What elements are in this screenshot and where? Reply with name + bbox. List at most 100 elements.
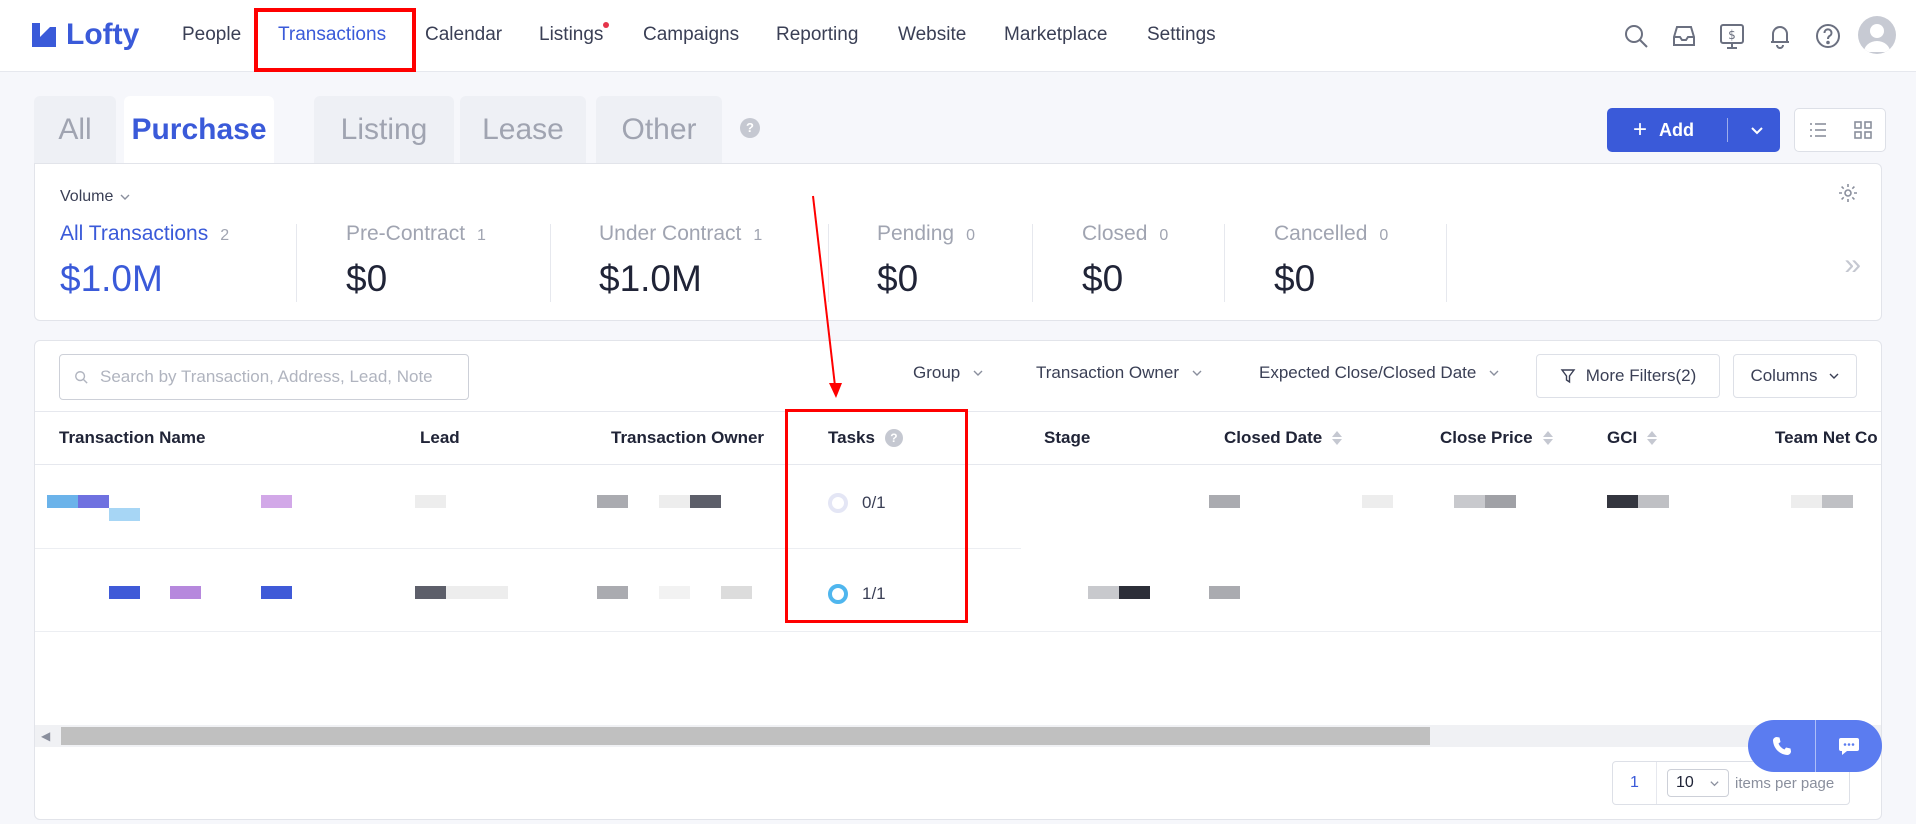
redacted-text — [597, 495, 628, 508]
divider — [1224, 224, 1225, 302]
redacted-text — [261, 586, 292, 599]
stat-value: $1.0M — [60, 258, 163, 299]
sort-icon[interactable] — [1647, 431, 1658, 445]
stat-title: Cancelled — [1274, 222, 1368, 245]
chat-icon[interactable] — [1815, 720, 1882, 772]
col-transaction-name[interactable]: Transaction Name — [59, 428, 205, 448]
col-gci[interactable]: GCI — [1607, 428, 1658, 448]
help-icon[interactable] — [1814, 22, 1842, 50]
nav-calendar[interactable]: Calendar — [425, 24, 502, 46]
nav-people[interactable]: People — [182, 24, 241, 46]
inbox-icon[interactable] — [1670, 22, 1698, 50]
redacted-text — [1209, 586, 1240, 599]
nav-transactions[interactable]: Transactions — [278, 24, 386, 46]
tabs-help-icon[interactable]: ? — [740, 118, 760, 138]
stat-count: 1 — [753, 227, 763, 244]
gear-icon[interactable] — [1837, 182, 1859, 204]
chevron-down-icon[interactable] — [1749, 122, 1765, 138]
redacted-text — [597, 586, 628, 599]
group-dropdown[interactable]: Group — [913, 363, 984, 383]
tasks-help-icon[interactable]: ? — [884, 429, 903, 447]
stat-value: $0 — [1082, 258, 1124, 299]
notification-dot — [603, 22, 610, 28]
dollar-monitor-icon[interactable]: $ — [1718, 22, 1746, 50]
col-tasks[interactable]: Tasks? — [828, 428, 903, 448]
redacted-text — [47, 495, 78, 508]
stat-closed[interactable]: Closed 0 $0 — [1082, 222, 1168, 300]
search-icon[interactable] — [1622, 22, 1650, 50]
view-toggle — [1794, 108, 1886, 152]
group-label: Group — [913, 363, 961, 382]
col-lead[interactable]: Lead — [420, 428, 460, 448]
closed-date-label: Closed Date — [1224, 428, 1323, 447]
redacted-text — [1822, 495, 1853, 508]
col-transaction-owner[interactable]: Transaction Owner — [611, 428, 764, 448]
stat-cancelled[interactable]: Cancelled 0 $0 — [1274, 222, 1388, 300]
nav-reporting[interactable]: Reporting — [776, 24, 858, 46]
tab-other[interactable]: Other — [596, 96, 722, 164]
transaction-owner-dropdown[interactable]: Transaction Owner — [1036, 363, 1203, 383]
table-row[interactable]: 0/1 — [35, 466, 1881, 548]
divider — [550, 224, 551, 302]
phone-icon[interactable] — [1748, 720, 1815, 772]
close-price-label: Close Price — [1440, 428, 1533, 447]
scrollbar-thumb[interactable] — [61, 727, 1430, 745]
add-button[interactable]: + Add — [1607, 108, 1780, 152]
redacted-text — [109, 586, 140, 599]
lofty-logo-icon — [32, 23, 56, 47]
redacted-text — [1454, 495, 1485, 508]
nav-campaigns[interactable]: Campaigns — [643, 24, 739, 46]
nav-marketplace[interactable]: Marketplace — [1004, 24, 1108, 46]
avatar[interactable] — [1858, 16, 1896, 54]
volume-label: Volume — [60, 188, 114, 205]
divider — [828, 224, 829, 302]
stat-count: 0 — [966, 227, 975, 244]
nav-website[interactable]: Website — [898, 24, 966, 46]
search-placeholder: Search by Transaction, Address, Lead, No… — [100, 367, 433, 386]
transactions-table-card: Search by Transaction, Address, Lead, No… — [34, 340, 1882, 820]
columns-button[interactable]: Columns — [1733, 354, 1857, 398]
task-progress[interactable]: 0/1 — [828, 493, 886, 513]
horizontal-scrollbar[interactable]: ◀ — [35, 725, 1881, 747]
col-closed-date[interactable]: Closed Date — [1224, 428, 1343, 448]
redacted-text — [1209, 495, 1240, 508]
gci-label: GCI — [1607, 428, 1638, 447]
close-date-dropdown[interactable]: Expected Close/Closed Date — [1259, 363, 1500, 383]
nav-listings[interactable]: Listings — [539, 22, 610, 46]
redacted-text — [78, 495, 109, 508]
task-progress[interactable]: 1/1 — [828, 584, 886, 604]
tab-all[interactable]: All — [34, 96, 116, 164]
volume-dropdown[interactable]: Volume — [60, 188, 131, 206]
nav-settings[interactable]: Settings — [1147, 24, 1216, 46]
tab-listing[interactable]: Listing — [314, 96, 454, 164]
stat-all-transactions[interactable]: All Transactions 2 $1.0M — [60, 222, 229, 300]
redacted-text — [1485, 495, 1516, 508]
grid-view-icon[interactable] — [1840, 109, 1885, 151]
col-team-net-commission[interactable]: Team Net Co — [1775, 428, 1878, 448]
scroll-left-icon[interactable]: ◀ — [41, 729, 50, 743]
scroll-right-icon[interactable]: » — [1844, 248, 1861, 282]
more-filters-button[interactable]: More Filters(2) — [1536, 354, 1720, 398]
stat-under-contract[interactable]: Under Contract 1 $1.0M — [599, 222, 762, 300]
task-count: 0/1 — [862, 493, 886, 512]
chevron-down-icon — [1710, 780, 1719, 786]
stat-pending[interactable]: Pending 0 $0 — [877, 222, 975, 300]
bell-icon[interactable] — [1766, 22, 1794, 50]
tab-lease[interactable]: Lease — [460, 96, 586, 164]
lofty-logo[interactable]: Lofty — [28, 18, 139, 52]
stat-title: Pending — [877, 222, 955, 245]
list-view-icon[interactable] — [1795, 109, 1840, 151]
search-input[interactable]: Search by Transaction, Address, Lead, No… — [59, 354, 469, 400]
per-page-select[interactable]: 10 — [1667, 769, 1729, 797]
col-stage[interactable]: Stage — [1044, 428, 1090, 448]
redacted-text — [170, 586, 201, 599]
chevron-down-icon — [973, 370, 983, 376]
page-number[interactable]: 1 — [1613, 762, 1657, 804]
table-row[interactable]: 1/1 — [35, 549, 1881, 631]
col-close-price[interactable]: Close Price — [1440, 428, 1553, 448]
sort-icon[interactable] — [1332, 431, 1343, 445]
nav-listings-label: Listings — [539, 24, 604, 45]
sort-icon[interactable] — [1542, 431, 1553, 445]
tab-purchase[interactable]: Purchase — [124, 96, 274, 164]
stat-pre-contract[interactable]: Pre-Contract 1 $0 — [346, 222, 486, 300]
